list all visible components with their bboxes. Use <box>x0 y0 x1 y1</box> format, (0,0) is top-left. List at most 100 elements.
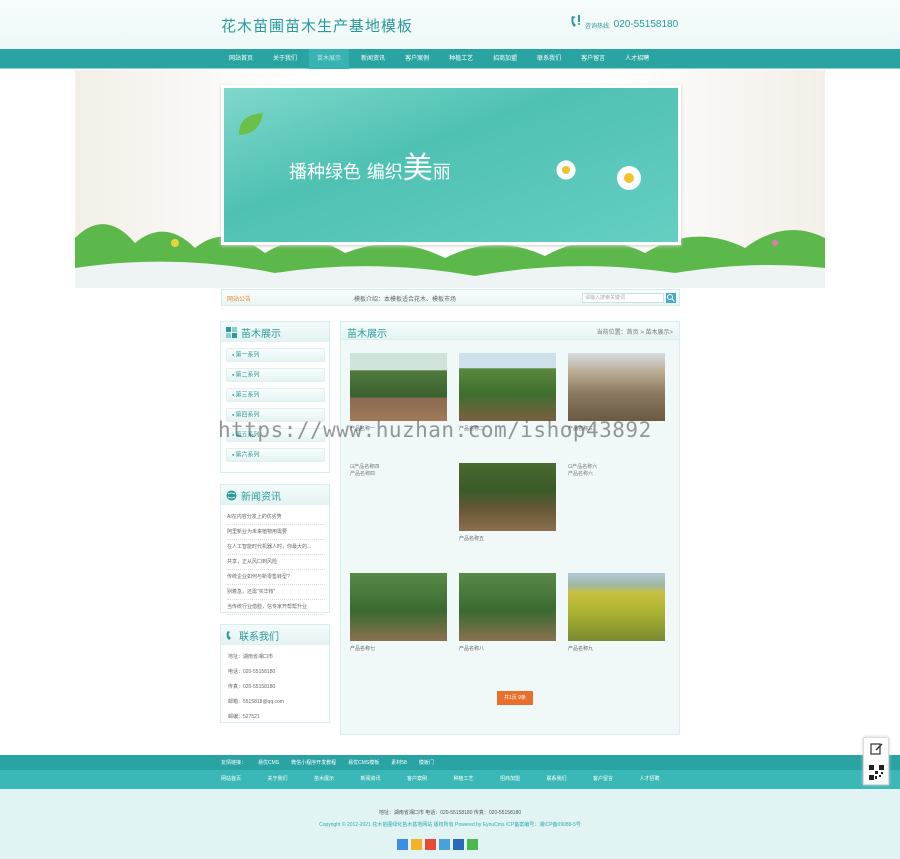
news-item[interactable]: 共享，正从风口到风险 <box>227 555 325 570</box>
phone-label: 咨询热线: <box>585 24 611 30</box>
share-wechat-icon[interactable] <box>467 839 478 850</box>
product-name[interactable]: 产品名称六 <box>568 470 665 477</box>
broken-image[interactable]: ⊡产品名称四 <box>350 463 447 470</box>
footer-nav-item[interactable]: 客户案例 <box>407 770 454 789</box>
friend-links-label: 友情链接： <box>221 760 247 766</box>
daisy-icon <box>556 160 576 180</box>
grid-icon <box>226 326 237 338</box>
hotline: 咨询热线: 020-55158180 <box>570 14 678 30</box>
category-item[interactable]: 第一系列 <box>226 348 325 362</box>
nav-item[interactable]: 招商加盟 <box>485 49 525 69</box>
friend-link[interactable]: 素材58 <box>391 760 407 766</box>
product-image[interactable] <box>459 573 556 641</box>
share-weibo-icon[interactable] <box>425 839 436 850</box>
product-card[interactable]: ⊡产品名称六 产品名称六 <box>568 463 665 477</box>
product-panel-title: 苗木展示 <box>347 329 387 340</box>
share-qzone-icon[interactable] <box>411 839 422 850</box>
banner-image[interactable]: 播种绿色 编织美丽 <box>221 85 681 245</box>
watermark: https://www.huzhan.com/ishop43892 <box>218 418 652 442</box>
product-card[interactable]: 产品名称八 <box>459 573 556 652</box>
footer-nav: 网站首页 关于我们 苗木展示 新闻资讯 客户案例 种植工艺 招商加盟 联系我们 客户留言 人才招聘 <box>0 770 900 789</box>
nav-item[interactable]: 人才招聘 <box>617 49 657 69</box>
category-item[interactable]: 第三系列 <box>226 388 325 402</box>
product-image[interactable] <box>350 573 447 641</box>
site-title[interactable]: 花木苗圃苗木生产基地模板 <box>221 15 413 36</box>
footer-nav-item[interactable]: 联系我们 <box>547 770 594 789</box>
nav-item[interactable]: 苗木展示 <box>309 49 350 69</box>
daisy-icon <box>617 166 641 190</box>
contact-item: 传真：020-55158180 <box>228 684 276 690</box>
friend-link[interactable]: 模板门 <box>419 760 434 766</box>
nav-item[interactable]: 联系我们 <box>529 49 569 69</box>
footer-nav-item[interactable]: 客户留言 <box>593 770 640 789</box>
news-item[interactable]: 传统企业如何与新零售转型? <box>227 570 325 585</box>
nav-item[interactable]: 网站首页 <box>221 49 261 69</box>
news-panel: 新闻资讯 AI在内容分发上的优劣势 阿里新业为未来植物用需要 在人工智能时代机器人时… <box>220 484 330 615</box>
notice-title: 网站公告 <box>227 297 252 303</box>
footer-nav-item[interactable]: 苗木展示 <box>314 770 361 789</box>
news-item[interactable]: 在人工智能时代机器人时，你最大的... <box>227 540 325 555</box>
banner-slogan: 播种绿色 编织美丽 <box>289 151 451 186</box>
product-image[interactable] <box>350 353 447 421</box>
search-icon <box>667 294 675 302</box>
product-name[interactable]: 产品名称九 <box>568 645 665 652</box>
edit-icon[interactable] <box>870 742 883 755</box>
footer-nav-item[interactable]: 种植工艺 <box>454 770 501 789</box>
friend-link[interactable]: 易优CMS <box>258 760 279 766</box>
pagination[interactable]: 共1页 9条 <box>497 691 533 705</box>
product-image[interactable] <box>459 353 556 421</box>
nav-item[interactable]: 关于我们 <box>265 49 305 69</box>
category-item[interactable]: 第二系列 <box>226 368 325 382</box>
share-renren-icon[interactable] <box>453 839 464 850</box>
notice-text: 模板介绍：本模板适合花木、模板市场 <box>354 297 457 303</box>
share-plus-icon[interactable] <box>397 839 408 850</box>
phone-icon <box>571 15 580 27</box>
broken-image[interactable]: ⊡产品名称六 <box>568 463 665 470</box>
news-item[interactable]: 当传统行业借脸，信专家开帮帮升业 <box>227 600 325 615</box>
qrcode-icon[interactable] <box>869 765 884 780</box>
product-name[interactable]: 产品名称五 <box>459 535 556 542</box>
friend-link[interactable]: 易优CMS模板 <box>348 760 379 766</box>
contact-item: 邮箱：5515818@qq.com <box>228 699 284 705</box>
contact-item: 邮编：527521 <box>228 714 260 720</box>
news-item[interactable]: AI在内容分发上的优劣势 <box>227 510 325 525</box>
share-bar <box>397 839 481 850</box>
product-image[interactable] <box>568 353 665 421</box>
phone-number: 020-55158180 <box>613 19 679 30</box>
site-header: 花木苗圃苗木生产基地模板 咨询热线: 020-55158180 <box>0 0 900 49</box>
search-button[interactable] <box>666 293 676 303</box>
main-nav: 网站首页 关于我们 苗木展示 新闻资讯 客户案例 种植工艺 招商加盟 联系我们 客户留言 人才招聘 <box>0 49 900 69</box>
nav-item[interactable]: 新闻资讯 <box>353 49 393 69</box>
footer-nav-item[interactable]: 网站首页 <box>221 770 268 789</box>
contact-header: 联系我们 <box>221 625 329 645</box>
breadcrumb[interactable]: 当前位置：首页 > 苗木展示> <box>597 327 673 336</box>
product-card[interactable]: 产品名称九 <box>568 573 665 652</box>
contact-title: 联系我们 <box>239 631 279 643</box>
nav-item[interactable]: 客户案例 <box>397 49 437 69</box>
product-image[interactable] <box>459 463 556 531</box>
product-name[interactable]: 产品名称四 <box>350 470 447 477</box>
product-card[interactable]: 产品名称七 <box>350 573 447 652</box>
product-name[interactable]: 产品名称八 <box>459 645 556 652</box>
footer-nav-item[interactable]: 新闻资讯 <box>361 770 408 789</box>
footer-nav-item[interactable]: 人才招聘 <box>640 770 687 789</box>
product-card[interactable]: 产品名称五 <box>459 463 556 542</box>
nav-item[interactable]: 种植工艺 <box>441 49 481 69</box>
product-panel: 苗木展示 当前位置：首页 > 苗木展示> 产品名称一 产品名称二 产品名称三 ⊡产品名… <box>340 321 680 735</box>
footer: 地址：湖南省湘口市 电话：020-55158180 传真：020-5515818… <box>0 789 900 859</box>
news-item[interactable]: 阿里新业为未来植物用需要 <box>227 525 325 540</box>
product-image[interactable] <box>568 573 665 641</box>
friend-link[interactable]: 微信小程序开发教程 <box>291 760 336 766</box>
search-input[interactable]: 请输入搜索关键词 <box>582 293 664 303</box>
news-title: 新闻资讯 <box>241 491 281 503</box>
category-item[interactable]: 第六系列 <box>226 448 325 462</box>
notice-search-bar: 网站公告 模板介绍：本模板适合花木、模板市场 请输入搜索关键词 <box>221 289 680 306</box>
product-name[interactable]: 产品名称七 <box>350 645 447 652</box>
news-header: 新闻资讯 <box>221 485 329 505</box>
news-item[interactable]: 别着急，还需“买华枝” <box>227 585 325 600</box>
product-card[interactable]: ⊡产品名称四 产品名称四 <box>350 463 447 477</box>
footer-nav-item[interactable]: 关于我们 <box>268 770 315 789</box>
footer-nav-item[interactable]: 招商加盟 <box>500 770 547 789</box>
share-tqq-icon[interactable] <box>439 839 450 850</box>
nav-item[interactable]: 客户留言 <box>573 49 613 69</box>
